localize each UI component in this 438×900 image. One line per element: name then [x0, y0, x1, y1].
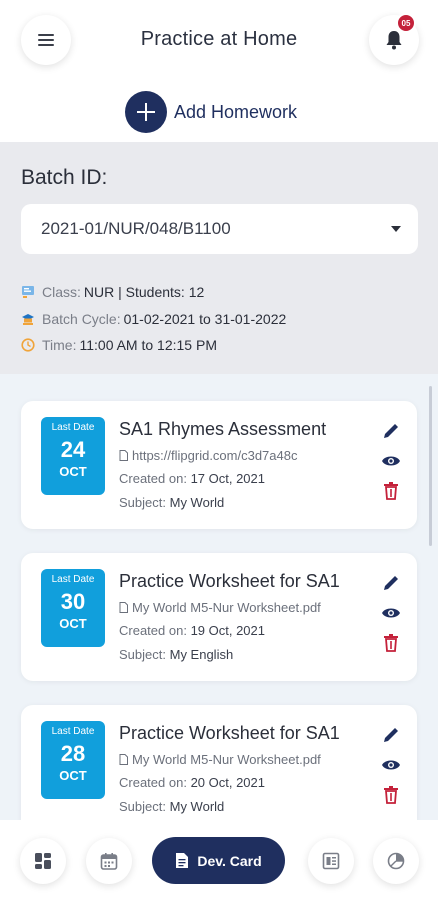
edit-button[interactable] — [381, 421, 401, 441]
eye-icon — [382, 456, 400, 466]
edit-button[interactable] — [381, 573, 401, 593]
last-date-day: 28 — [60, 741, 86, 766]
batch-cycle-info: Batch Cycle: 01-02-2021 to 31-01-2022 — [21, 311, 286, 327]
batch-cycle-value: 01-02-2021 to 31-01-2022 — [123, 311, 287, 327]
plus-icon — [125, 91, 167, 133]
homework-attachment[interactable]: My World M5-Nur Worksheet.pdf — [119, 752, 321, 767]
add-homework-label: Add Homework — [174, 101, 298, 122]
delete-button[interactable] — [381, 633, 401, 653]
last-date-badge: Last Date 28 OCT — [41, 721, 105, 799]
eye-icon — [382, 760, 400, 770]
delete-button[interactable] — [381, 785, 401, 805]
homework-title: Practice Worksheet for SA1 — [119, 723, 340, 743]
clock-icon — [21, 338, 35, 352]
pencil-icon — [384, 424, 398, 438]
file-icon — [119, 602, 128, 613]
view-button[interactable] — [381, 755, 401, 775]
homework-card[interactable]: Last Date 28 OCT Practice Worksheet for … — [21, 705, 417, 820]
homework-title: Practice Worksheet for SA1 — [119, 571, 340, 591]
classroom-icon — [22, 286, 34, 298]
last-date-label: Last Date — [51, 726, 95, 737]
add-homework-button[interactable]: Add Homework — [125, 91, 297, 133]
bell-icon — [386, 31, 402, 50]
view-button[interactable] — [381, 451, 401, 471]
last-date-badge: Last Date 24 OCT — [41, 417, 105, 495]
batch-id-select[interactable]: 2021-01/NUR/048/B1100 — [21, 204, 418, 254]
last-date-label: Last Date — [51, 422, 95, 433]
bottom-navigation: Dev. Card — [0, 820, 438, 900]
nav-report-button[interactable] — [308, 838, 354, 884]
document-icon — [176, 853, 189, 868]
last-date-month: OCT — [59, 768, 87, 783]
view-button[interactable] — [381, 603, 401, 623]
homework-list[interactable]: Last Date 24 OCT SA1 Rhymes Assessment h… — [0, 374, 438, 820]
report-icon — [322, 852, 340, 870]
class-value: NUR | Students: 12 — [83, 284, 205, 300]
pencil-icon — [384, 576, 398, 590]
homework-created: Created on: 20 Oct, 2021 — [119, 775, 266, 790]
batch-section: Batch ID: 2021-01/NUR/048/B1100 Class: N… — [0, 142, 438, 374]
dev-card-button[interactable]: Dev. Card — [152, 837, 285, 884]
homework-subject: Subject: My English — [119, 647, 234, 662]
nav-calendar-button[interactable] — [86, 838, 132, 884]
notification-count-badge: 05 — [396, 13, 416, 33]
file-icon — [119, 450, 128, 461]
last-date-month: OCT — [59, 616, 87, 631]
app-header: Practice at Home 05 Add Homework — [0, 0, 438, 140]
batch-id-value: 2021-01/NUR/048/B1100 — [41, 219, 231, 238]
class-label: Class: — [42, 284, 81, 300]
file-icon — [119, 754, 128, 765]
pie-chart-icon — [387, 852, 405, 870]
trash-icon — [384, 482, 398, 500]
calendar-icon — [100, 853, 118, 870]
nav-dashboard-button[interactable] — [20, 838, 66, 884]
homework-title: SA1 Rhymes Assessment — [119, 419, 327, 439]
last-date-month: OCT — [59, 464, 87, 479]
homework-attachment[interactable]: My World M5-Nur Worksheet.pdf — [119, 600, 321, 615]
last-date-day: 24 — [60, 437, 86, 462]
homework-created: Created on: 17 Oct, 2021 — [119, 471, 266, 486]
trash-icon — [384, 634, 398, 652]
time-info: Time: 11:00 AM to 12:15 PM — [21, 337, 217, 353]
homework-card[interactable]: Last Date 24 OCT SA1 Rhymes Assessment h… — [21, 401, 417, 529]
notifications-button[interactable]: 05 — [369, 13, 419, 65]
homework-subject: Subject: My World — [119, 799, 225, 814]
scrollbar[interactable] — [429, 386, 432, 546]
homework-created: Created on: 19 Oct, 2021 — [119, 623, 266, 638]
delete-button[interactable] — [381, 481, 401, 501]
eye-icon — [382, 608, 400, 618]
homework-attachment[interactable]: https://flipgrid.com/c3d7a48c — [119, 448, 297, 463]
nav-analytics-button[interactable] — [373, 838, 419, 884]
last-date-label: Last Date — [51, 574, 95, 585]
batch-id-label: Batch ID: — [21, 166, 108, 189]
pencil-icon — [384, 728, 398, 742]
trash-icon — [384, 786, 398, 804]
graduation-icon — [22, 314, 34, 325]
time-value: 11:00 AM to 12:15 PM — [79, 337, 217, 353]
dev-card-label: Dev. Card — [197, 852, 262, 869]
last-date-badge: Last Date 30 OCT — [41, 569, 105, 647]
dashboard-icon — [35, 853, 51, 869]
batch-cycle-label: Batch Cycle: — [42, 311, 121, 327]
homework-card[interactable]: Last Date 30 OCT Practice Worksheet for … — [21, 553, 417, 681]
class-info: Class: NUR | Students: 12 — [21, 284, 204, 300]
edit-button[interactable] — [381, 725, 401, 745]
last-date-day: 30 — [60, 589, 86, 614]
homework-subject: Subject: My World — [119, 495, 225, 510]
time-label: Time: — [42, 337, 77, 353]
dropdown-caret-icon — [391, 226, 401, 232]
